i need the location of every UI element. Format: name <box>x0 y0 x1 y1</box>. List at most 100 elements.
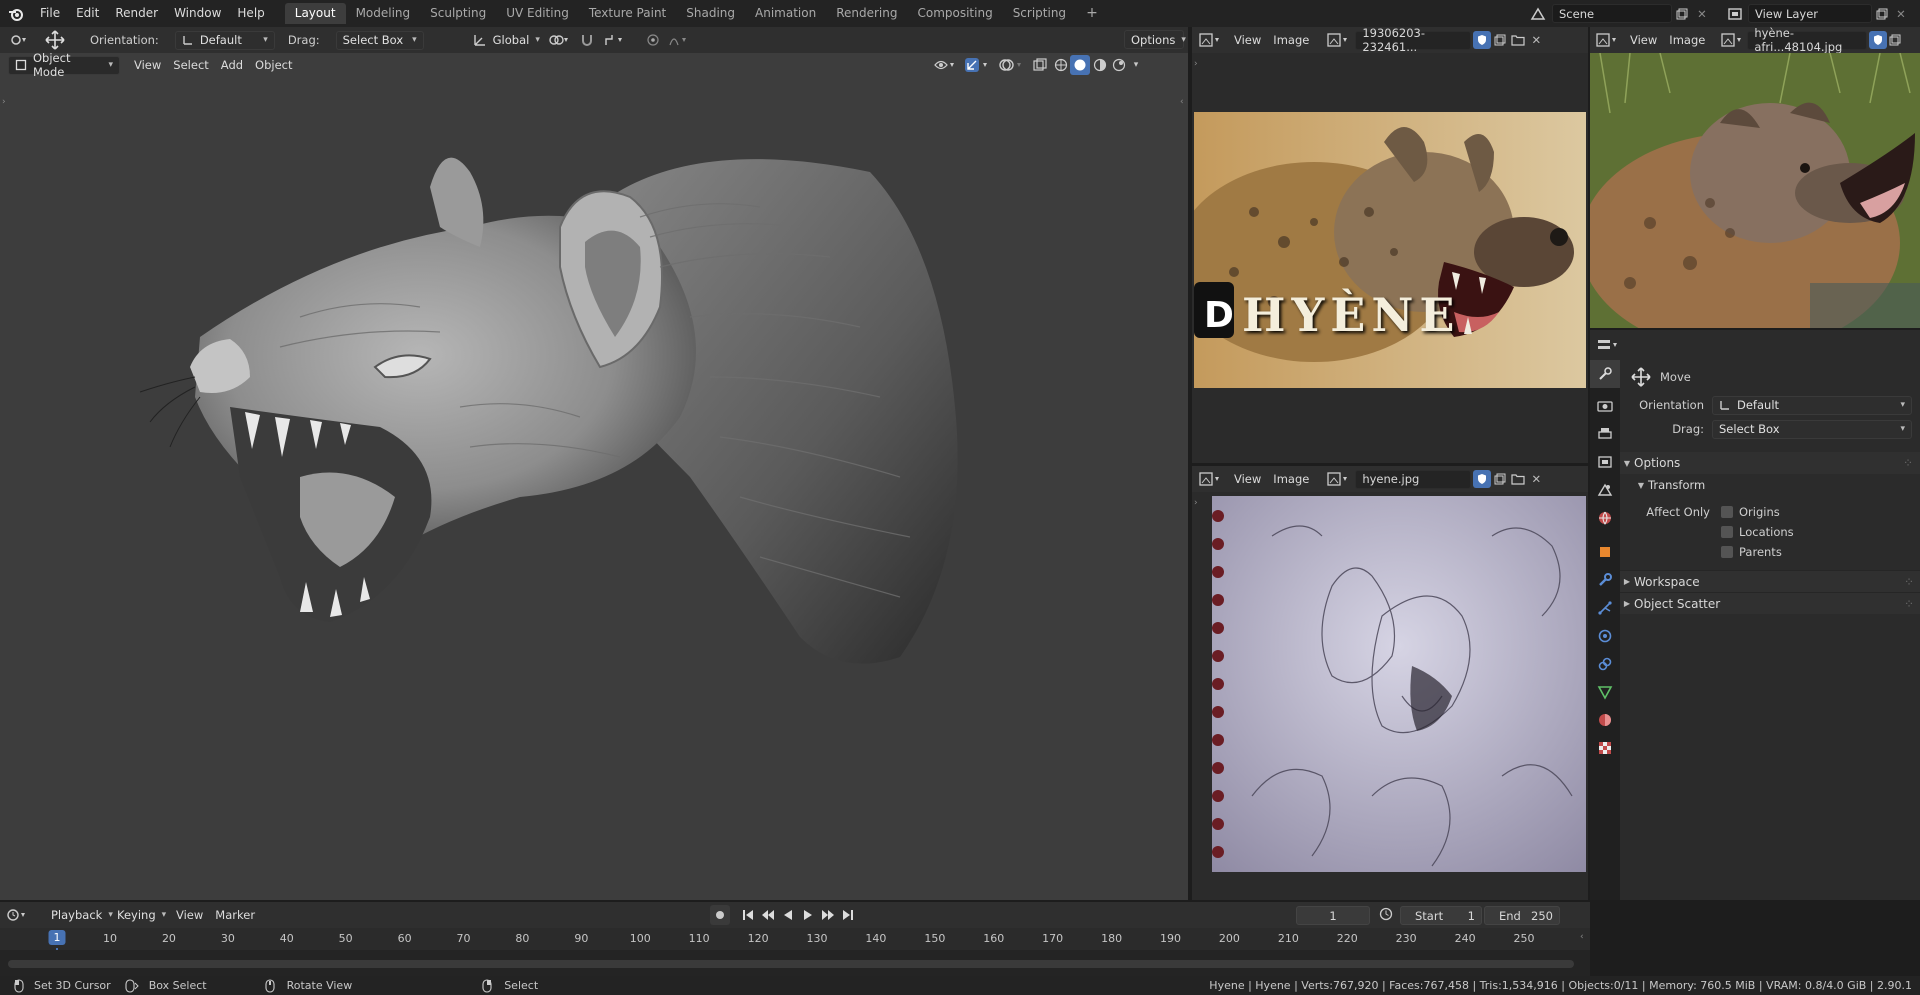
image-right-menu-view[interactable]: View <box>1624 31 1663 50</box>
options-panel-header[interactable]: ▼ Options ⁘ <box>1620 452 1920 474</box>
menu-window[interactable]: Window <box>166 0 229 27</box>
fake-user-shield-icon[interactable] <box>1869 31 1888 49</box>
parents-checkbox-box[interactable] <box>1721 546 1733 558</box>
hyena-sculpt-model[interactable] <box>0 77 1190 900</box>
pivot-point-icon[interactable] <box>542 27 576 53</box>
new-scene-icon[interactable] <box>1672 3 1692 24</box>
play-reverse-icon[interactable] <box>778 909 798 921</box>
gizmo-icon[interactable] <box>960 57 994 73</box>
menu-render[interactable]: Render <box>107 0 166 27</box>
timeline-frame-ruler[interactable]: 1 10 20 30 40 50 60 70 80 90 100 110 120 130 140 150 160… <box>0 928 1590 978</box>
image-browse-icon[interactable] <box>1717 27 1747 53</box>
remove-view-layer-icon[interactable]: ✕ <box>1892 3 1910 24</box>
jump-start-icon[interactable] <box>738 909 758 921</box>
tab-object[interactable] <box>1590 538 1620 566</box>
tab-active-tool[interactable] <box>1590 360 1620 388</box>
image-editor-bottom[interactable]: View Image hyene.jpg ✕ › <box>1192 466 1588 900</box>
object-scatter-panel-header[interactable]: ▶ Object Scatter ⁘ <box>1620 592 1920 614</box>
viewport-menu-view[interactable]: View <box>128 56 167 75</box>
viewport-menu-select[interactable]: Select <box>167 56 214 75</box>
solid-shading-icon[interactable] <box>1070 55 1090 75</box>
drag-handle-icon[interactable]: ⁘ <box>1904 597 1914 611</box>
image-bottom-menu-view[interactable]: View <box>1228 470 1267 489</box>
tab-world[interactable] <box>1590 504 1620 532</box>
timeline-track-area[interactable] <box>0 950 1590 978</box>
tab-physics[interactable] <box>1590 622 1620 650</box>
orientation-dropdown[interactable]: Default ▾ <box>174 30 275 50</box>
unlink-image-icon[interactable]: ✕ <box>1527 33 1545 47</box>
transform-subpanel-header[interactable]: ▼ Transform <box>1620 474 1920 496</box>
image-editor-top[interactable]: View Image 19306203-232461... ✕ D HYÈNE … <box>1192 27 1588 463</box>
image-top-name-field[interactable]: 19306203-232461... <box>1355 27 1472 54</box>
wireframe-shading-icon[interactable] <box>1052 58 1070 72</box>
menu-file[interactable]: File <box>32 0 68 27</box>
tab-sculpting[interactable]: Sculpting <box>420 3 496 24</box>
preview-range-clock-icon[interactable] <box>1378 907 1394 921</box>
end-frame-field[interactable]: End 250 <box>1484 906 1560 925</box>
proportional-edit-icon[interactable] <box>642 27 664 53</box>
current-frame-indicator[interactable]: 1 <box>48 930 66 945</box>
tab-rendering[interactable]: Rendering <box>826 3 907 24</box>
image-browse-icon[interactable] <box>1321 27 1355 53</box>
move-tool-icon[interactable] <box>38 27 72 53</box>
prop-orientation-dropdown[interactable]: Default ▾ <box>1712 395 1912 415</box>
tab-texture[interactable] <box>1590 734 1620 762</box>
visibility-eye-icon[interactable] <box>930 58 960 72</box>
scene-icon[interactable] <box>1524 3 1552 24</box>
image-bottom-sidebar-expand-icon[interactable]: › <box>1194 498 1198 508</box>
tab-modifiers[interactable] <box>1590 566 1620 594</box>
image-right-name-field[interactable]: hyène-afri...48104.jpg <box>1747 27 1868 54</box>
falloff-curve-icon[interactable] <box>664 27 694 53</box>
3d-viewport[interactable]: Orientation: Default ▾ Drag: Select Box … <box>0 27 1190 900</box>
menu-help[interactable]: Help <box>229 0 272 27</box>
jump-end-icon[interactable] <box>838 909 858 921</box>
tab-layout[interactable]: Layout <box>284 3 346 24</box>
origins-checkbox-box[interactable] <box>1721 506 1733 518</box>
scene-name-field[interactable]: Scene <box>1552 4 1672 23</box>
tab-data[interactable] <box>1590 678 1620 706</box>
workspace-panel-header[interactable]: ▶ Workspace ⁘ <box>1620 570 1920 592</box>
tab-compositing[interactable]: Compositing <box>907 3 1002 24</box>
record-icon[interactable] <box>710 905 730 925</box>
rendered-shading-icon[interactable] <box>1110 58 1128 72</box>
image-browse-icon[interactable] <box>1321 466 1355 492</box>
snap-icon[interactable] <box>576 27 598 53</box>
options-dropdown[interactable]: Options ▾ <box>1124 30 1186 49</box>
material-shading-icon[interactable] <box>1090 58 1110 72</box>
timeline-menu-view[interactable]: View <box>170 906 209 925</box>
toolbar-expand-icon[interactable]: › <box>2 97 6 107</box>
image-top-menu-view[interactable]: View <box>1228 31 1267 50</box>
image-bottom-menu-image[interactable]: Image <box>1267 470 1315 489</box>
parents-checkbox[interactable]: Parents <box>1721 545 1782 559</box>
tab-output[interactable] <box>1590 420 1620 448</box>
snap-target-icon[interactable] <box>598 27 632 53</box>
timeline-editor[interactable]: Playback ▾ Keying ▾ View Marker 1 Start … <box>0 902 1590 978</box>
viewport-menu-object[interactable]: Object <box>249 56 298 75</box>
editor-type-icon[interactable] <box>0 27 38 53</box>
tab-texture-paint[interactable]: Texture Paint <box>579 3 676 24</box>
tab-scripting[interactable]: Scripting <box>1003 3 1076 24</box>
locations-checkbox[interactable]: Locations <box>1721 525 1794 539</box>
origins-checkbox[interactable]: Origins <box>1721 505 1780 519</box>
jump-keyframe-back-icon[interactable] <box>758 909 778 921</box>
locations-checkbox-box[interactable] <box>1721 526 1733 538</box>
blender-logo-icon[interactable] <box>0 0 32 27</box>
timeline-scrollbar[interactable] <box>8 960 1574 968</box>
new-image-icon[interactable] <box>1887 34 1903 46</box>
tab-view-layer[interactable] <box>1590 448 1620 476</box>
transform-orientation-dropdown[interactable]: Global ▾ <box>466 31 542 50</box>
keying-menu[interactable]: Keying ▾ <box>112 906 166 925</box>
jump-keyframe-forward-icon[interactable] <box>818 909 838 921</box>
image-editor-right[interactable]: View Image hyène-afri...48104.jpg <box>1590 27 1920 328</box>
fake-user-shield-icon[interactable] <box>1473 470 1492 488</box>
image-bottom-name-field[interactable]: hyene.jpg <box>1355 469 1472 489</box>
timeline-editor-type-icon[interactable] <box>0 902 34 928</box>
tab-material[interactable] <box>1590 706 1620 734</box>
image-editor-type-icon[interactable] <box>1192 27 1228 53</box>
play-icon[interactable] <box>798 909 818 921</box>
drag-handle-icon[interactable]: ⁘ <box>1903 456 1914 470</box>
image-editor-type-icon[interactable] <box>1590 27 1624 53</box>
fake-user-shield-icon[interactable] <box>1473 31 1492 49</box>
sidebar-expand-icon[interactable]: ‹ <box>1180 97 1184 107</box>
image-right-menu-image[interactable]: Image <box>1663 31 1711 50</box>
